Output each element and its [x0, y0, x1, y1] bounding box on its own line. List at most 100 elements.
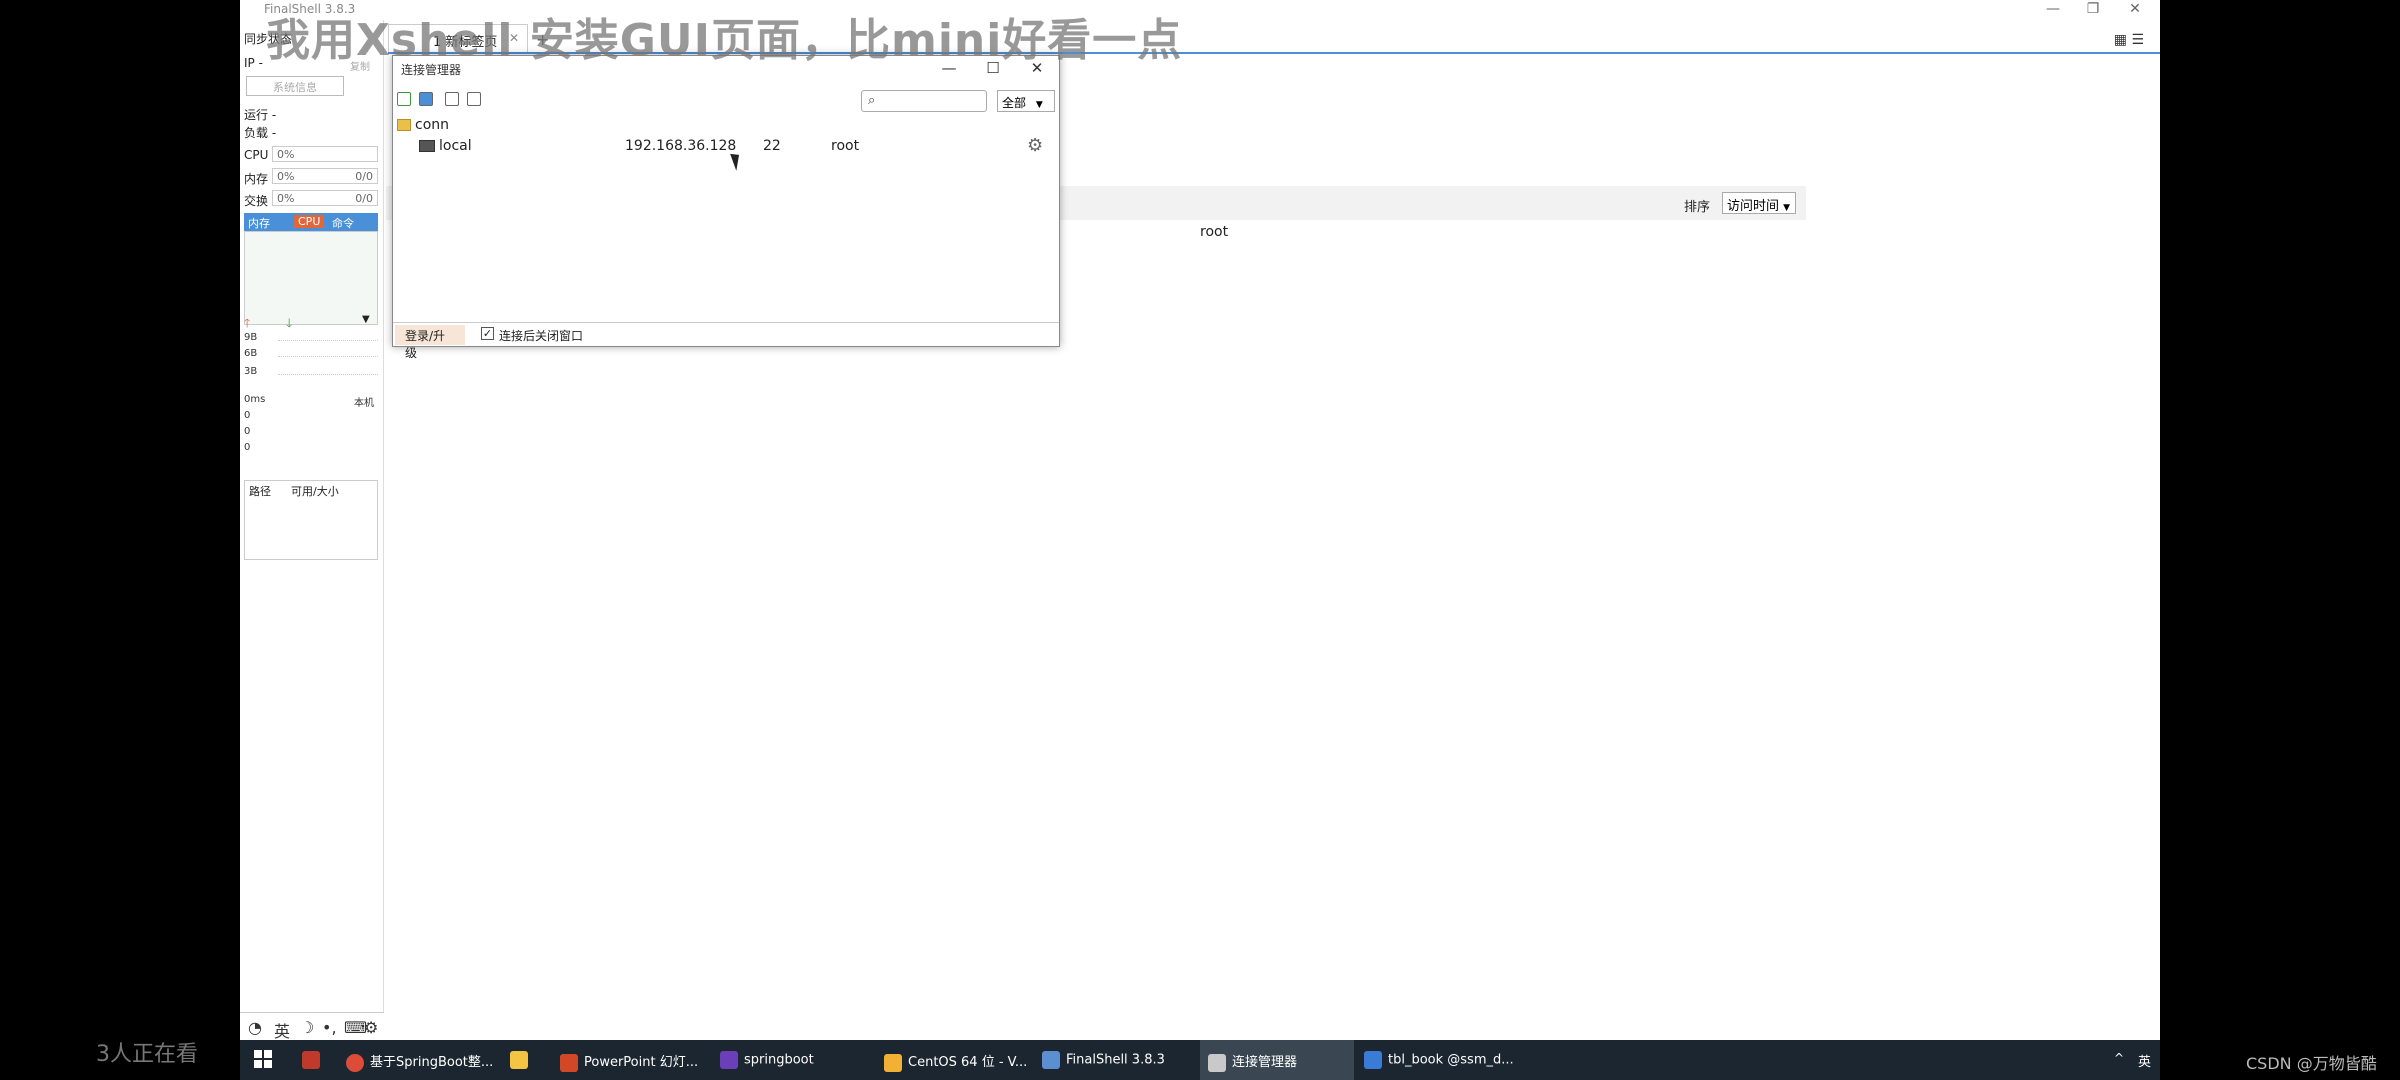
load-value: - [271, 126, 277, 140]
taskbar-item-database[interactable]: tbl_book @ssm_d... [1364, 1040, 1524, 1080]
taskbar-label: 连接管理器 [1232, 1055, 1298, 1070]
process-list [244, 231, 378, 325]
vmware-icon [884, 1053, 902, 1072]
connection-host: 192.168.36.128 [625, 138, 737, 154]
ping-row-1: 0 [244, 410, 251, 421]
cpu-value: 0% [277, 148, 295, 161]
new-connection-icon[interactable] [397, 92, 411, 106]
taskbar-label: PowerPoint 幻灯... [584, 1055, 699, 1070]
connection-name[interactable]: local [439, 138, 472, 154]
windows-start-icon[interactable] [254, 1050, 272, 1068]
taskbar-app-icon[interactable] [302, 1040, 332, 1080]
taskbar-label: FinalShell 3.8.3 [1066, 1052, 1165, 1068]
close-after-connect-checkbox[interactable]: ✓ [481, 327, 494, 340]
folder-icon [510, 1051, 528, 1069]
disk-header-path: 路径 [249, 485, 271, 498]
finalshell-icon [1042, 1051, 1060, 1069]
connection-manager-dialog: 连接管理器 — ☐ ✕ ⌕ 全部 ▼ conn local 192.168.36… [392, 55, 1060, 360]
new-folder-icon[interactable] [419, 92, 433, 106]
filter-select[interactable]: 全部 ▼ [997, 90, 1055, 112]
tray-language[interactable]: 英 [2138, 1040, 2158, 1080]
ping-row-2: 0 [244, 426, 251, 437]
intellij-icon [720, 1051, 738, 1069]
swap-meter: 0% 0/0 [272, 190, 378, 206]
session-user[interactable]: root [1200, 224, 1228, 240]
run-value: - [271, 108, 277, 122]
clock-icon[interactable]: ◔ [248, 1018, 262, 1037]
java-icon [1208, 1053, 1226, 1072]
load-row: 负载 - [244, 124, 276, 141]
chrome-icon [346, 1053, 364, 1072]
connection-port: 22 [763, 138, 781, 154]
sysinfo-button[interactable]: 系统信息 [246, 76, 344, 96]
sort-select[interactable]: 访问时间 ▼ [1722, 192, 1796, 214]
search-input[interactable]: ⌕ [861, 90, 987, 112]
chevron-down-icon[interactable]: ▼ [362, 314, 370, 325]
connection-tree: conn local 192.168.36.128 22 root ⚙ [393, 116, 1059, 322]
ip-value: - [258, 56, 263, 70]
mem-used: 0/0 [355, 170, 373, 183]
taskbar-label: springboot [744, 1052, 814, 1068]
taskbar-item-powerpoint[interactable]: PowerPoint 幻灯... [560, 1040, 710, 1080]
gear-icon[interactable]: ⚙ [1027, 135, 1043, 156]
video-caption: 我用Xshell 安装GUI页面，比mini好看一点 [266, 15, 1183, 66]
load-label: 负载 [244, 126, 269, 140]
csdn-watermark: CSDN @万物皆酷 [2246, 1054, 2377, 1073]
language-toggle[interactable]: 英 [274, 1018, 290, 1042]
ping-row-3: 0 [244, 442, 251, 453]
close-button[interactable]: ✕ [2112, 0, 2158, 20]
folder-conn[interactable]: conn [415, 117, 449, 133]
net-row-1: 9B [244, 332, 258, 343]
windows-taskbar: 基于SpringBoot整... PowerPoint 幻灯... spring… [240, 1040, 2160, 1080]
maximize-button[interactable]: ❐ [2070, 0, 2116, 20]
taskbar-item-finalshell[interactable]: FinalShell 3.8.3 [1042, 1040, 1192, 1080]
mem-meter: 0% 0/0 [272, 168, 378, 184]
screen: FinalShell 3.8.3 — ❐ ✕ 同步状态 IP - 复制 系统信息… [0, 0, 2400, 1080]
tab-cpu[interactable]: CPU [294, 215, 325, 228]
swap-value: 0% [277, 192, 295, 205]
status-panel: 同步状态 IP - 复制 系统信息 运行 - 负载 - CPU 0% 内存 0% [240, 20, 384, 1020]
mem-label: 内存 [244, 172, 269, 186]
sort-label: 排序 [1684, 200, 1711, 215]
taskbar-item-connection-manager[interactable]: 连接管理器 [1200, 1040, 1354, 1080]
powerpoint-icon [560, 1053, 578, 1072]
taskbar-item-chrome[interactable]: 基于SpringBoot整... [346, 1040, 536, 1080]
terminal-icon [419, 140, 435, 152]
cpu-label: CPU [244, 148, 269, 162]
taskbar-label: CentOS 64 位 - V... [908, 1055, 1028, 1070]
run-label: 运行 [244, 108, 269, 122]
layout-toggle-icon[interactable]: ▦ ☰ [2114, 32, 2144, 48]
taskbar-item-explorer[interactable] [510, 1040, 540, 1080]
login-upgrade-button[interactable]: 登录/升级 [395, 325, 465, 360]
search-icon: ⌕ [868, 93, 876, 108]
disk-table: 路径 可用/大小 [244, 480, 378, 560]
net-gridline [278, 374, 378, 375]
taskbar-item-idea[interactable]: springboot [720, 1040, 870, 1080]
tab-command[interactable]: 命令 [332, 215, 354, 231]
connection-user: root [831, 138, 860, 154]
taskbar-item-vmware[interactable]: CentOS 64 位 - V... [884, 1040, 1034, 1080]
chevron-down-icon: ▼ [1783, 203, 1791, 213]
dialog-status-bar: 登录/升级 ✓ 连接后关闭窗口 [393, 322, 1059, 360]
collapse-icon[interactable] [445, 92, 459, 106]
ping-label: 0ms [244, 394, 266, 405]
tray-chevron-up-icon[interactable]: ^ [2114, 1040, 2128, 1080]
tab-memory[interactable]: 内存 [248, 215, 270, 231]
expand-icon[interactable] [467, 92, 481, 106]
filter-value: 全部 [1002, 96, 1027, 110]
taskbar-label: tbl_book @ssm_d... [1388, 1052, 1514, 1068]
mem-value: 0% [277, 170, 295, 183]
ping-target[interactable]: 本机 [354, 394, 374, 409]
disk-header-size: 可用/大小 [291, 485, 339, 498]
ip-label: IP - [244, 56, 263, 70]
taskbar-label: 基于SpringBoot整... [370, 1055, 494, 1070]
database-icon [1364, 1051, 1382, 1069]
folder-icon [397, 119, 411, 131]
chevron-down-icon: ▼ [1035, 100, 1043, 110]
ip-label-text: IP [244, 56, 255, 70]
punctuation-icon[interactable]: •, [322, 1018, 337, 1037]
process-tabs: 内存 CPU 命令 [244, 213, 378, 231]
arrow-down-icon: 🡓 [286, 316, 293, 330]
gear-icon[interactable]: ⚙ [364, 1018, 378, 1037]
moon-icon[interactable]: ☽ [300, 1018, 314, 1037]
